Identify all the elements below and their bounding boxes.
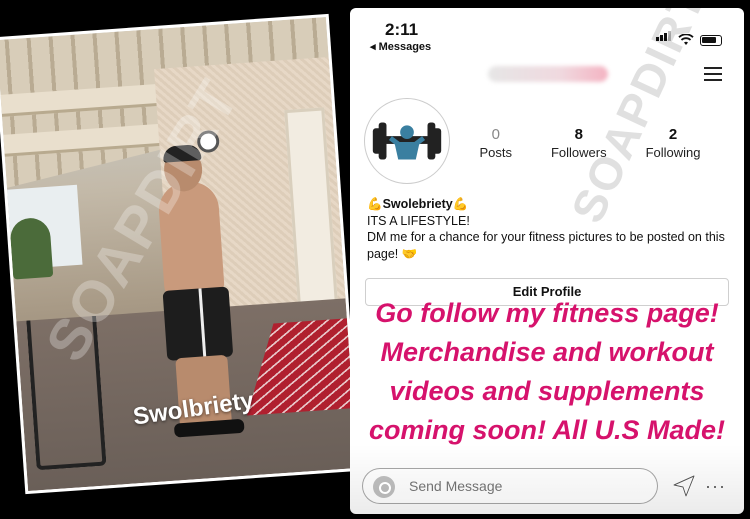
status-time: 2:11 [385,20,419,39]
stat-label: Following [645,145,701,160]
tree [9,216,54,280]
story-overlay-text: Go follow my fitness page! Merchandise a… [368,298,725,445]
person-shorts [162,286,234,361]
send-icon[interactable] [672,474,696,498]
instagram-profile-screen: 2:11 ◂ Messages 0 Posts 8 Followers 2 Fo… [350,8,744,514]
camera-icon[interactable] [373,476,395,498]
blurred-username [488,66,608,82]
send-message-placeholder: Send Message [409,478,503,494]
screenshot-frame: SOAPDIRT Swolbriety 2:11 ◂ Messages 0 Po… [0,0,750,519]
stat-posts[interactable]: 0 Posts [479,126,512,160]
avatar[interactable] [364,98,450,184]
bio-line: DM me for a chance for your fitness pict… [367,230,725,261]
back-to-messages-link[interactable]: ◂ Messages [370,40,431,53]
display-name: 💪Swolebriety💪 [367,197,469,211]
battery-icon [700,35,722,46]
stat-value: 0 [491,126,500,143]
stat-label: Posts [479,145,512,160]
story-photo: SOAPDIRT Swolbriety [0,17,358,491]
bio-line: ITS A LIFESTYLE! [367,213,470,228]
profile-bio: 💪Swolebriety💪 ITS A LIFESTYLE! DM me for… [367,196,727,262]
send-message-input[interactable]: Send Message [362,468,658,504]
patio-scene: SOAPDIRT Swolbriety [0,17,358,491]
menu-icon[interactable] [704,67,722,81]
more-icon[interactable]: ··· [705,477,726,495]
dumbbell-logo-icon [365,99,449,183]
